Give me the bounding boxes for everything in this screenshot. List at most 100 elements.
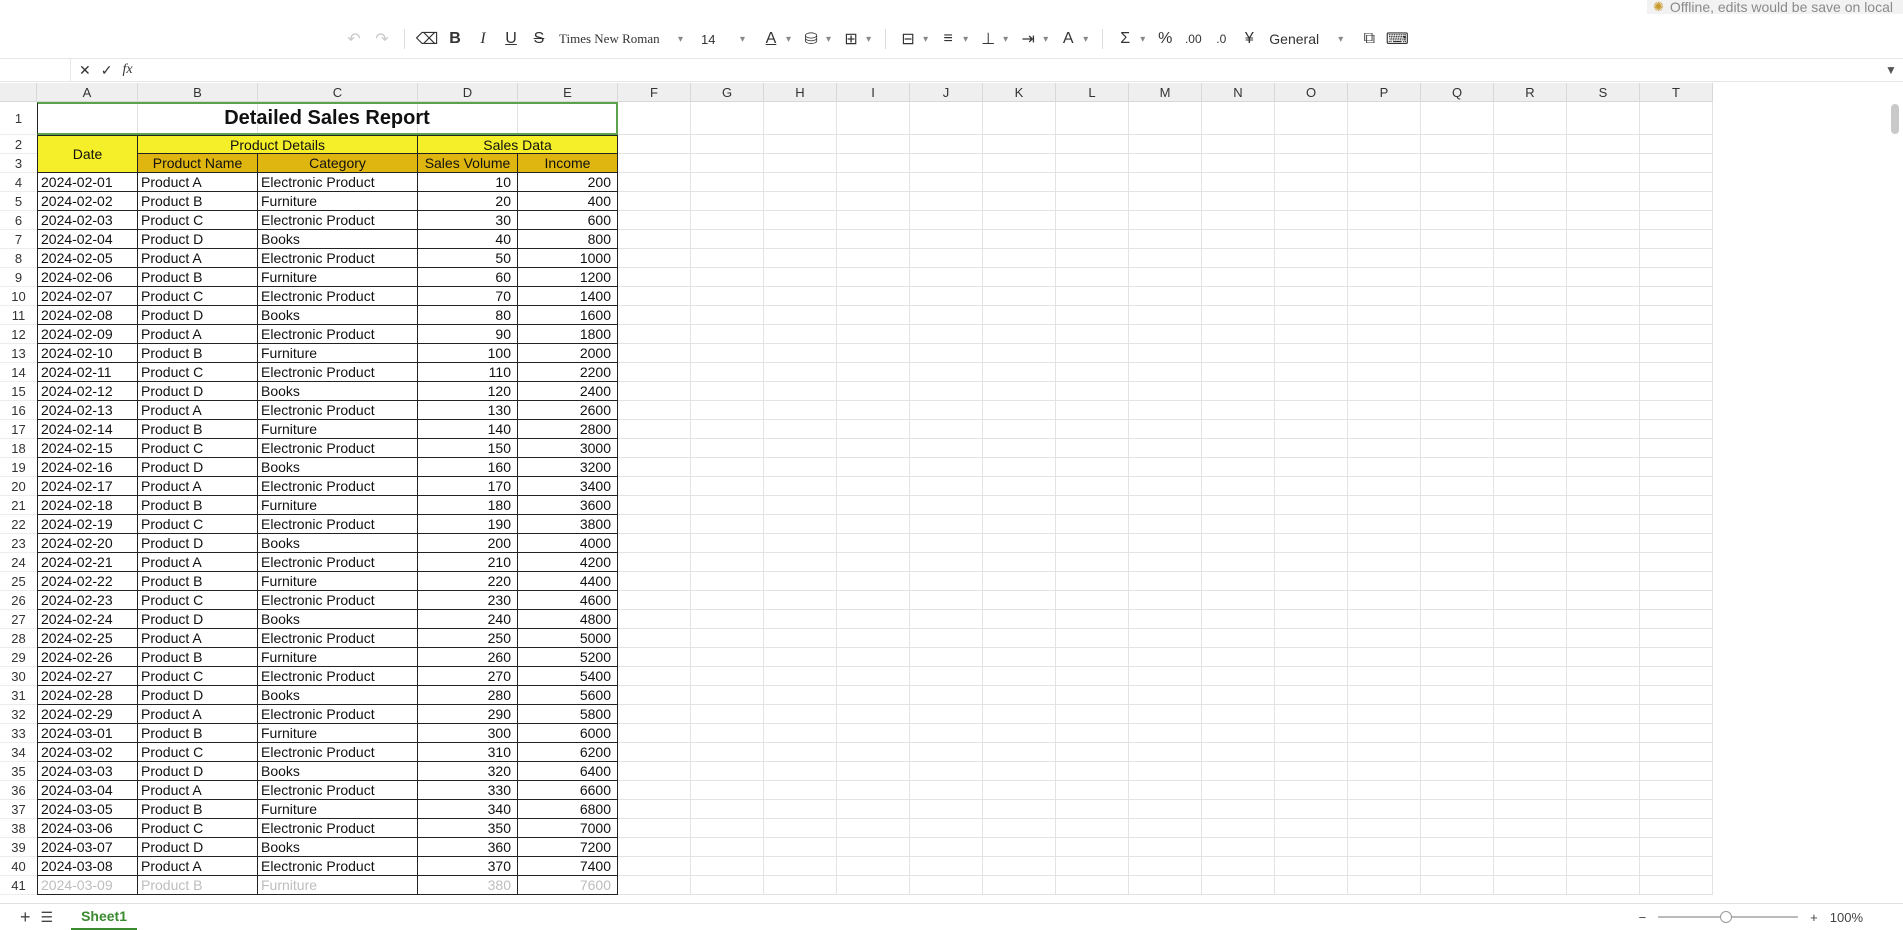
bold-button[interactable]: B bbox=[441, 25, 469, 53]
clear-format-icon[interactable]: ⌫ bbox=[413, 25, 441, 53]
cell-volume[interactable]: 210 bbox=[418, 553, 518, 572]
cell-category[interactable]: Furniture bbox=[258, 420, 418, 439]
cell-date[interactable]: 2024-02-05 bbox=[37, 249, 138, 268]
cell-product[interactable]: Product D bbox=[138, 838, 258, 857]
cell-category[interactable]: Books bbox=[258, 838, 418, 857]
row-header[interactable]: 41 bbox=[0, 876, 37, 895]
name-box[interactable] bbox=[0, 59, 71, 81]
cell-volume[interactable]: 110 bbox=[418, 363, 518, 382]
cell-date[interactable]: 2024-02-17 bbox=[37, 477, 138, 496]
row-header[interactable]: 33 bbox=[0, 724, 37, 743]
cell-product[interactable]: Product C bbox=[138, 287, 258, 306]
cell-date[interactable]: 2024-02-29 bbox=[37, 705, 138, 724]
number-format-select[interactable]: General ▾ bbox=[1263, 31, 1355, 47]
chevron-down-icon[interactable]: ▾ bbox=[1003, 34, 1008, 45]
cancel-icon[interactable]: ✕ bbox=[79, 62, 91, 79]
sheet-list-icon[interactable]: ☰ bbox=[41, 909, 54, 926]
cell-category[interactable]: Furniture bbox=[258, 724, 418, 743]
header-category[interactable]: Category bbox=[258, 154, 418, 173]
column-header[interactable]: O bbox=[1275, 83, 1348, 102]
cell-date[interactable]: 2024-02-28 bbox=[37, 686, 138, 705]
cell-income[interactable]: 1200 bbox=[518, 268, 618, 287]
cell-product[interactable]: Product A bbox=[138, 401, 258, 420]
cell-volume[interactable]: 60 bbox=[418, 268, 518, 287]
cell-category[interactable]: Electronic Product bbox=[258, 591, 418, 610]
cell-date[interactable]: 2024-02-11 bbox=[37, 363, 138, 382]
cell-income[interactable]: 4400 bbox=[518, 572, 618, 591]
cell-product[interactable]: Product A bbox=[138, 705, 258, 724]
expand-formula-icon[interactable]: ▼ bbox=[1879, 63, 1903, 77]
column-header[interactable]: T bbox=[1640, 83, 1713, 102]
cell-income[interactable]: 3400 bbox=[518, 477, 618, 496]
cell-product[interactable]: Product D bbox=[138, 762, 258, 781]
zoom-out-icon[interactable]: − bbox=[1639, 910, 1647, 925]
cell-category[interactable]: Furniture bbox=[258, 496, 418, 515]
italic-button[interactable]: I bbox=[469, 25, 497, 53]
cell-income[interactable]: 3800 bbox=[518, 515, 618, 534]
cell-volume[interactable]: 290 bbox=[418, 705, 518, 724]
cell-date[interactable]: 2024-02-03 bbox=[37, 211, 138, 230]
vertical-scrollbar[interactable] bbox=[1891, 104, 1899, 134]
cell-date[interactable]: 2024-02-24 bbox=[37, 610, 138, 629]
row-header[interactable]: 23 bbox=[0, 534, 37, 553]
cell-volume[interactable]: 370 bbox=[418, 857, 518, 876]
cell-category[interactable]: Books bbox=[258, 762, 418, 781]
cell-product[interactable]: Product B bbox=[138, 192, 258, 211]
chevron-down-icon[interactable]: ▾ bbox=[923, 34, 928, 45]
row-header[interactable]: 28 bbox=[0, 629, 37, 648]
cell-category[interactable]: Books bbox=[258, 610, 418, 629]
cell-volume[interactable]: 200 bbox=[418, 534, 518, 553]
cell-date[interactable]: 2024-03-06 bbox=[37, 819, 138, 838]
percent-icon[interactable]: % bbox=[1151, 25, 1179, 53]
row-header[interactable]: 38 bbox=[0, 819, 37, 838]
cell-income[interactable]: 1000 bbox=[518, 249, 618, 268]
cell-category[interactable]: Furniture bbox=[258, 268, 418, 287]
cell-income[interactable]: 5600 bbox=[518, 686, 618, 705]
cell-category[interactable]: Books bbox=[258, 382, 418, 401]
row-header[interactable]: 20 bbox=[0, 477, 37, 496]
column-header[interactable]: E bbox=[518, 83, 618, 102]
cell-product[interactable]: Product B bbox=[138, 800, 258, 819]
cell-date[interactable]: 2024-02-02 bbox=[37, 192, 138, 211]
row-header[interactable]: 40 bbox=[0, 857, 37, 876]
cell-category[interactable]: Electronic Product bbox=[258, 705, 418, 724]
zoom-in-icon[interactable]: + bbox=[1810, 910, 1818, 925]
text-wrap-icon[interactable]: ⇥ bbox=[1014, 25, 1042, 53]
header-income[interactable]: Income bbox=[518, 154, 618, 173]
cell-income[interactable]: 6600 bbox=[518, 781, 618, 800]
cell-product[interactable]: Product C bbox=[138, 515, 258, 534]
cell-income[interactable]: 400 bbox=[518, 192, 618, 211]
cell-income[interactable]: 6000 bbox=[518, 724, 618, 743]
cell-date[interactable]: 2024-02-21 bbox=[37, 553, 138, 572]
cell-volume[interactable]: 40 bbox=[418, 230, 518, 249]
cell-category[interactable]: Electronic Product bbox=[258, 211, 418, 230]
cell-date[interactable]: 2024-02-10 bbox=[37, 344, 138, 363]
font-family-select[interactable]: Times New Roman ▾ bbox=[553, 31, 695, 47]
cell-income[interactable]: 4000 bbox=[518, 534, 618, 553]
cell-date[interactable]: 2024-02-20 bbox=[37, 534, 138, 553]
cell-volume[interactable]: 80 bbox=[418, 306, 518, 325]
cell-category[interactable]: Electronic Product bbox=[258, 439, 418, 458]
cell-volume[interactable]: 230 bbox=[418, 591, 518, 610]
cell-category[interactable]: Electronic Product bbox=[258, 667, 418, 686]
cell-category[interactable]: Electronic Product bbox=[258, 781, 418, 800]
row-header[interactable]: 37 bbox=[0, 800, 37, 819]
cell-category[interactable]: Electronic Product bbox=[258, 363, 418, 382]
row-header[interactable]: 29 bbox=[0, 648, 37, 667]
row-header[interactable]: 36 bbox=[0, 781, 37, 800]
cell-volume[interactable]: 190 bbox=[418, 515, 518, 534]
row-header[interactable]: 35 bbox=[0, 762, 37, 781]
cell-category[interactable]: Electronic Product bbox=[258, 249, 418, 268]
sheet-tab[interactable]: Sheet1 bbox=[71, 904, 137, 930]
cell-volume[interactable]: 340 bbox=[418, 800, 518, 819]
row-header[interactable]: 4 bbox=[0, 173, 37, 192]
row-header[interactable]: 10 bbox=[0, 287, 37, 306]
select-all-corner[interactable] bbox=[0, 83, 37, 102]
cell-volume[interactable]: 250 bbox=[418, 629, 518, 648]
cell-date[interactable]: 2024-03-04 bbox=[37, 781, 138, 800]
cell-date[interactable]: 2024-02-14 bbox=[37, 420, 138, 439]
row-header[interactable]: 31 bbox=[0, 686, 37, 705]
cell-volume[interactable]: 360 bbox=[418, 838, 518, 857]
cell-volume[interactable]: 170 bbox=[418, 477, 518, 496]
fill-color-icon[interactable]: ⛁ bbox=[797, 25, 825, 53]
